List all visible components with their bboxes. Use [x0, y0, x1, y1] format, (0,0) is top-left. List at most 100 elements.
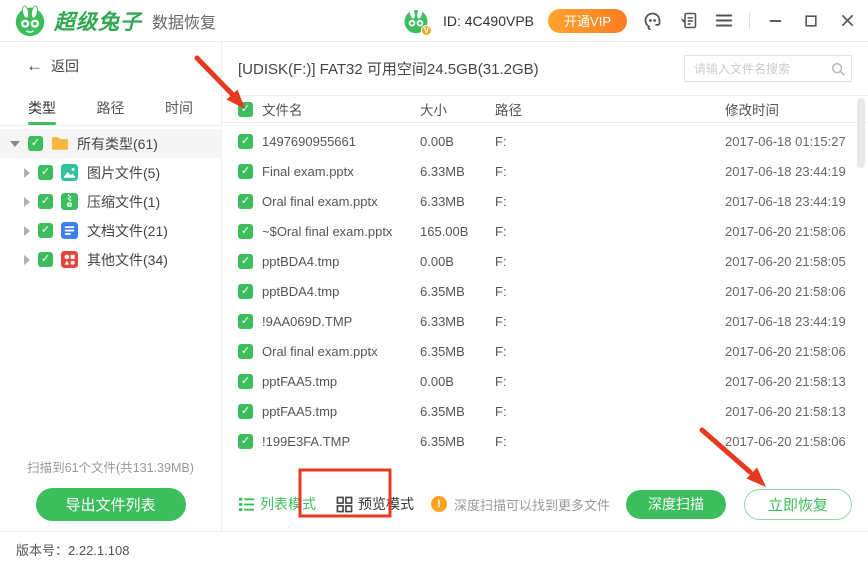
- row-checkbox[interactable]: [238, 224, 253, 239]
- table-row[interactable]: Oral final exam.pptx 6.35MB F: 2017-06-2…: [222, 336, 868, 366]
- file-modified-time: 2017-06-20 21:58:05: [725, 254, 868, 269]
- table-row[interactable]: !9AA069D.TMP 6.33MB F: 2017-06-18 23:44:…: [222, 306, 868, 336]
- select-all-checkbox[interactable]: [238, 102, 253, 117]
- scrollbar[interactable]: [857, 98, 865, 168]
- file-path: F:: [495, 284, 725, 299]
- caret-right-icon[interactable]: [24, 168, 30, 178]
- vip-badge-icon: V: [421, 25, 432, 36]
- file-size: 6.33MB: [420, 194, 495, 209]
- table-row[interactable]: 1497690955661 0.00B F: 2017-06-18 01:15:…: [222, 126, 868, 156]
- customer-service-icon[interactable]: [641, 10, 663, 32]
- tree-item-label: 文档文件(21): [87, 221, 168, 241]
- warning-icon: [431, 496, 447, 512]
- tree-item-label: 压缩文件(1): [87, 192, 160, 212]
- table-row[interactable]: pptBDA4.tmp 0.00B F: 2017-06-20 21:58:05: [222, 246, 868, 276]
- tab-path[interactable]: 路径: [97, 90, 125, 125]
- tree-item-document-files[interactable]: 文档文件(21): [0, 216, 221, 245]
- table-row[interactable]: Final exam.pptx 6.33MB F: 2017-06-18 23:…: [222, 156, 868, 186]
- file-modified-time: 2017-06-20 21:58:06: [725, 434, 868, 449]
- deep-scan-hint: 深度扫描可以找到更多文件: [454, 495, 610, 514]
- tree-checkbox[interactable]: [38, 223, 53, 238]
- table-row[interactable]: pptFAA5.tmp 6.35MB F: 2017-06-20 21:58:1…: [222, 396, 868, 426]
- export-file-list-button[interactable]: 导出文件列表: [36, 488, 186, 521]
- other-file-icon: [61, 251, 79, 269]
- menu-icon[interactable]: [713, 10, 735, 32]
- caret-right-icon[interactable]: [24, 226, 30, 236]
- file-name: 1497690955661: [262, 134, 420, 149]
- file-size: 0.00B: [420, 134, 495, 149]
- maximize-button[interactable]: [800, 10, 822, 32]
- table-row[interactable]: pptBDA4.tmp 6.35MB F: 2017-06-20 21:58:0…: [222, 276, 868, 306]
- product-name: 数据恢复: [152, 9, 216, 33]
- row-checkbox[interactable]: [238, 194, 253, 209]
- file-name: ~$Oral final exam.pptx: [262, 224, 420, 239]
- file-name: !199E3FA.TMP: [262, 434, 420, 449]
- file-path: F:: [495, 434, 725, 449]
- tree-item-image-files[interactable]: 图片文件(5): [0, 158, 221, 187]
- tree-checkbox[interactable]: [38, 165, 53, 180]
- bottom-toolbar: 列表模式 预览模式 深度扫描可以找到更多文件 深度扫描 立即恢复: [222, 477, 868, 531]
- row-checkbox[interactable]: [238, 314, 253, 329]
- row-checkbox[interactable]: [238, 164, 253, 179]
- table-header: 文件名 大小 路径 修改时间: [222, 96, 868, 123]
- caret-down-icon[interactable]: [10, 141, 20, 147]
- row-checkbox[interactable]: [238, 134, 253, 149]
- file-modified-time: 2017-06-20 21:58:13: [725, 404, 868, 419]
- tree-item-label: 图片文件(5): [87, 163, 160, 183]
- table-row[interactable]: !199E3FA.TMP 6.35MB F: 2017-06-20 21:58:…: [222, 426, 868, 456]
- preview-mode-label: 预览模式: [358, 494, 414, 514]
- caret-right-icon[interactable]: [24, 197, 30, 207]
- tree-checkbox[interactable]: [28, 136, 43, 151]
- table-row[interactable]: Oral final exam.pptx 6.33MB F: 2017-06-1…: [222, 186, 868, 216]
- file-modified-time: 2017-06-18 23:44:19: [725, 314, 868, 329]
- titlebar: 超级兔子 数据恢复 V ID: 4C490VPB 开通VIP: [0, 0, 868, 42]
- file-path: F:: [495, 404, 725, 419]
- tree-item-all-types[interactable]: 所有类型(61): [0, 129, 221, 158]
- recover-now-button[interactable]: 立即恢复: [744, 489, 852, 520]
- list-mode-icon: [238, 496, 255, 513]
- search-input[interactable]: [685, 62, 825, 76]
- tab-type[interactable]: 类型: [28, 90, 56, 125]
- file-modified-time: 2017-06-20 21:58:06: [725, 344, 868, 359]
- folder-icon: [51, 135, 69, 153]
- file-name: Oral final exam.pptx: [262, 194, 420, 209]
- file-size: 0.00B: [420, 374, 495, 389]
- file-path: F:: [495, 314, 725, 329]
- feedback-icon[interactable]: [677, 10, 699, 32]
- sidebar-bottom: 扫描到61个文件(共131.39MB) 导出文件列表: [0, 457, 221, 531]
- open-vip-button[interactable]: 开通VIP: [548, 9, 627, 33]
- file-modified-time: 2017-06-18 01:15:27: [725, 134, 868, 149]
- image-file-icon: [61, 164, 79, 182]
- file-path: F:: [495, 374, 725, 389]
- close-button[interactable]: [836, 10, 858, 32]
- table-row[interactable]: pptFAA5.tmp 0.00B F: 2017-06-20 21:58:13: [222, 366, 868, 396]
- search-icon[interactable]: [825, 61, 851, 77]
- list-mode-button[interactable]: 列表模式: [236, 490, 318, 518]
- user-avatar[interactable]: V: [403, 8, 429, 34]
- scan-summary: 扫描到61个文件(共131.39MB): [0, 457, 221, 476]
- minimize-button[interactable]: [764, 10, 786, 32]
- deep-scan-button[interactable]: 深度扫描: [626, 490, 726, 519]
- column-header-path: 路径: [495, 99, 725, 119]
- tree-item-other-files[interactable]: 其他文件(34): [0, 245, 221, 274]
- sidebar: ← 返回 类型 路径 时间 所有类型(61): [0, 42, 222, 531]
- tree-item-archive-files[interactable]: 压缩文件(1): [0, 187, 221, 216]
- table-row[interactable]: ~$Oral final exam.pptx 165.00B F: 2017-0…: [222, 216, 868, 246]
- back-button[interactable]: ← 返回: [0, 42, 221, 90]
- preview-mode-button[interactable]: 预览模式: [334, 490, 416, 518]
- row-checkbox[interactable]: [238, 434, 253, 449]
- file-size: 6.35MB: [420, 434, 495, 449]
- tree-checkbox[interactable]: [38, 252, 53, 267]
- file-size: 6.33MB: [420, 314, 495, 329]
- row-checkbox[interactable]: [238, 254, 253, 269]
- tab-time[interactable]: 时间: [165, 90, 193, 125]
- row-checkbox[interactable]: [238, 284, 253, 299]
- file-name: pptFAA5.tmp: [262, 404, 420, 419]
- row-checkbox[interactable]: [238, 344, 253, 359]
- row-checkbox[interactable]: [238, 404, 253, 419]
- tree-checkbox[interactable]: [38, 194, 53, 209]
- row-checkbox[interactable]: [238, 374, 253, 389]
- drive-bar: [UDISK(F:)] FAT32 可用空间24.5GB(31.2GB): [222, 42, 868, 96]
- file-name: pptFAA5.tmp: [262, 374, 420, 389]
- caret-right-icon[interactable]: [24, 255, 30, 265]
